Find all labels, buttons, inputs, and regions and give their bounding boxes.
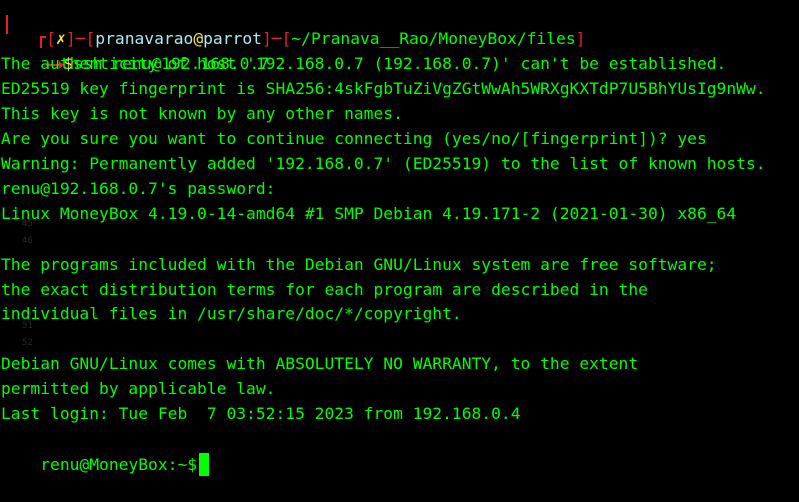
prompt-path-open: ─[ [271, 29, 292, 48]
output-line: Warning: Permanently added '192.168.0.7'… [1, 154, 766, 173]
output-line: The authenticity of host '192.168.0.7 (1… [1, 54, 727, 73]
remote-dollar: $ [187, 455, 198, 474]
output-line: Are you sure you want to continue connec… [1, 129, 707, 148]
output-line: the exact distribution terms for each pr… [1, 280, 648, 299]
gutter-number: 52 [22, 338, 33, 348]
prompt-path-close: ] [575, 29, 586, 48]
output-line: renu@192.168.0.7's password: [1, 179, 276, 198]
output-line: permitted by applicable law. [1, 379, 276, 398]
prompt-path: ~/Pranava__Rao/MoneyBox/files [291, 29, 576, 48]
command-line: $ssh renu@192.168.0.7 [7, 26, 269, 73]
remote-colon: : [167, 455, 178, 474]
output-line: The programs included with the Debian GN… [1, 255, 717, 274]
gutter-number: 46 [22, 236, 33, 246]
output-line: This key is not known by any other names… [1, 104, 403, 123]
remote-path: ~ [177, 455, 188, 474]
output-line: ED25519 key fingerprint is SHA256:4skFgb… [1, 79, 766, 98]
remote-prompt-line[interactable]: renu@MoneyBox:~$ [1, 427, 210, 476]
output-line: Last login: Tue Feb 7 03:52:15 2023 from… [1, 404, 521, 423]
terminal-window[interactable]: 45 46 51 52 [✗]─[pranavarao@parrot]─[~/P… [0, 0, 799, 476]
local-prompt-line: [✗]─[pranavarao@parrot]─[~/Pranava__Rao/… [1, 1, 585, 48]
output-line: Debian GNU/Linux comes with ABSOLUTELY N… [1, 354, 639, 373]
remote-user-host: renu@MoneyBox [40, 455, 168, 474]
output-line: individual files in /usr/share/doc/*/cop… [1, 304, 462, 323]
text-cursor[interactable] [199, 453, 210, 476]
output-line: Linux MoneyBox 4.19.0-14-amd64 #1 SMP De… [1, 204, 737, 223]
